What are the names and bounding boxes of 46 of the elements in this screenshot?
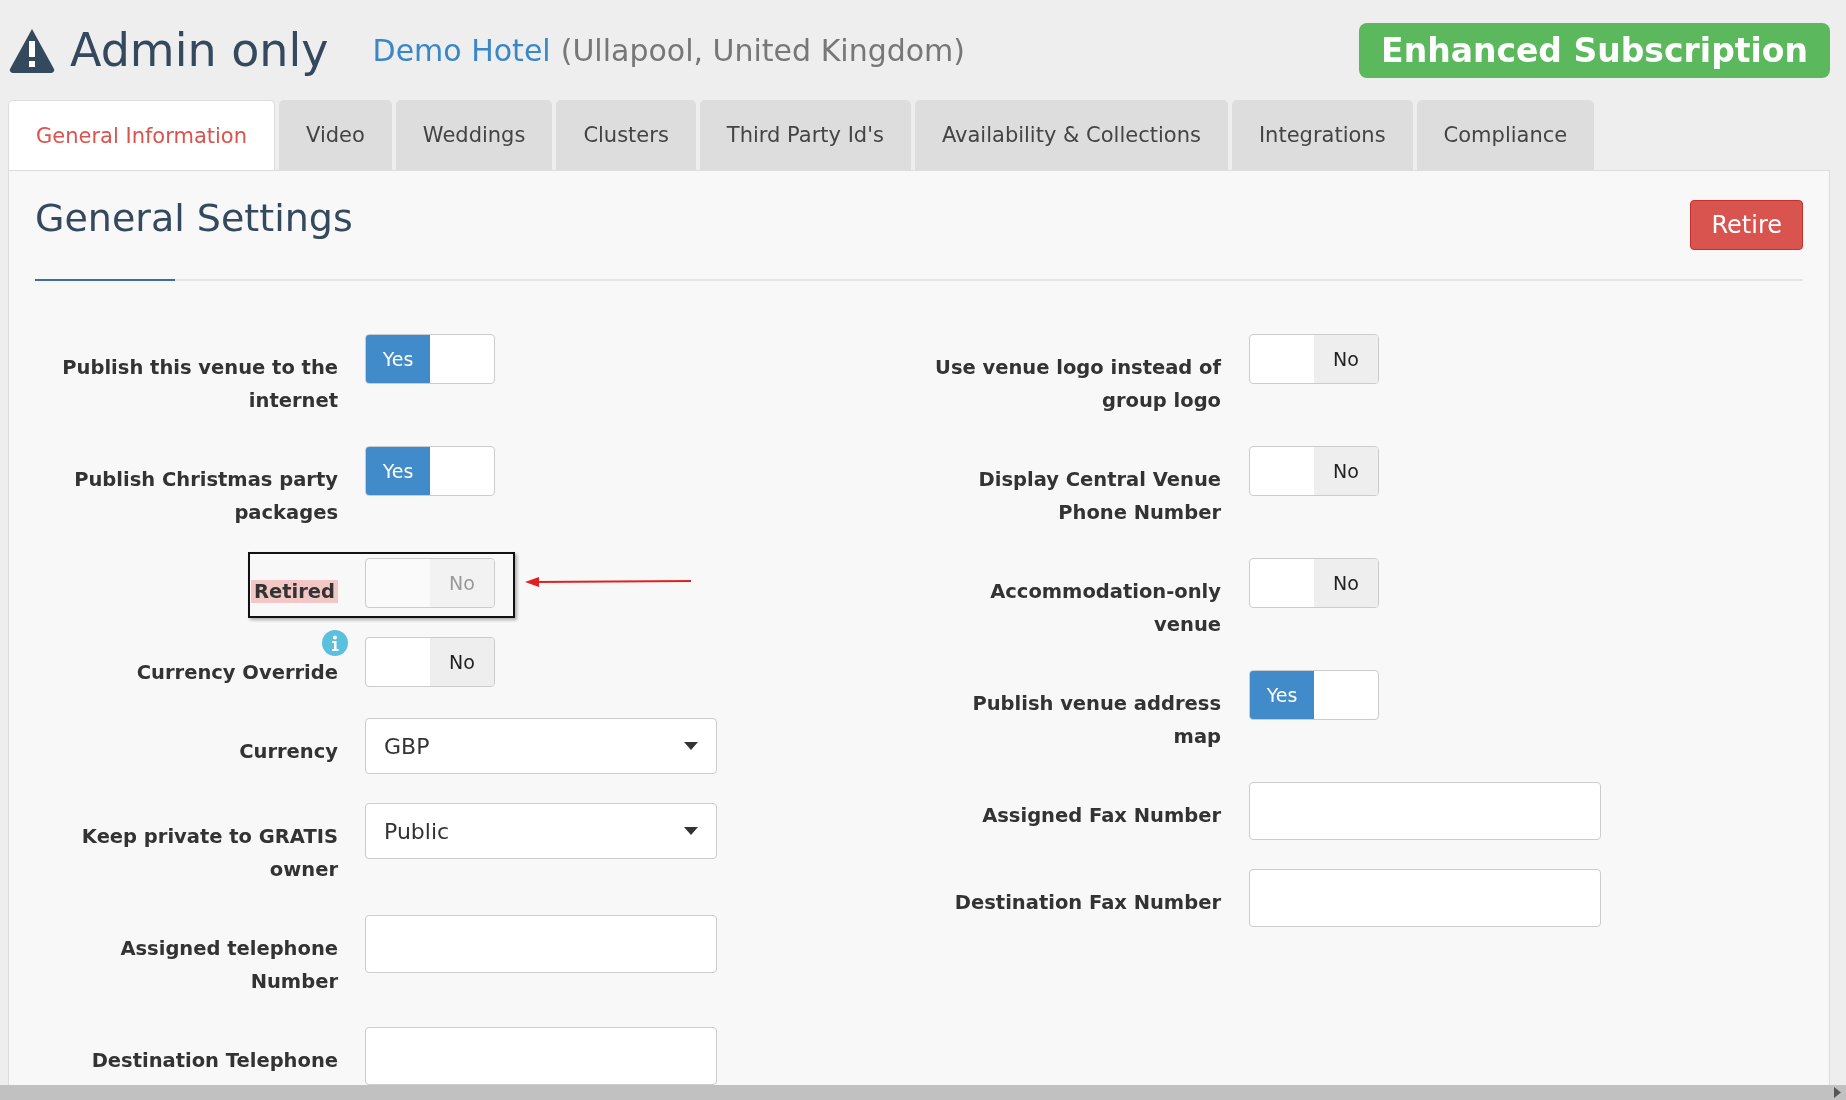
field-label: Currency (239, 739, 338, 765)
tab[interactable]: Clusters (556, 100, 696, 170)
dropdown[interactable]: Public (365, 803, 717, 859)
field-label: Destination Telephone (91, 1048, 338, 1074)
warning-icon (8, 27, 56, 73)
info-icon[interactable] (322, 630, 348, 656)
tab[interactable]: Video (279, 100, 392, 170)
toggle-switch[interactable]: Yes (365, 334, 495, 384)
field-label: Assigned Fax Number (982, 803, 1221, 829)
input-field[interactable] (365, 1027, 717, 1085)
page-title: Admin only (70, 23, 329, 77)
tab[interactable]: Availability & Collections (914, 100, 1228, 170)
toggle-switch[interactable]: No (365, 637, 495, 687)
field-label: Keep private to GRATIS owner (80, 824, 338, 883)
field-label: Destination Fax Number (954, 890, 1221, 916)
input-field[interactable] (365, 915, 717, 973)
field-label: Currency Override (136, 660, 338, 686)
tab[interactable]: General Information (8, 100, 275, 170)
scrollbar[interactable] (0, 1085, 1846, 1100)
tab[interactable]: Compliance (1416, 100, 1595, 170)
tab[interactable]: Third Party Id's (699, 100, 911, 170)
toggle-switch[interactable]: No (1249, 558, 1379, 608)
field-label: Publish Christmas party packages (73, 467, 338, 526)
retire-button[interactable]: Retire (1690, 200, 1803, 250)
field-label: Publish venue address map (971, 691, 1221, 750)
venue-location: (Ullapool, United Kingdom) (560, 32, 966, 68)
field-label: Publish this venue to the internet (61, 355, 338, 414)
field-label: Assigned telephone Number (119, 936, 338, 995)
caret-icon (684, 827, 698, 835)
dropdown[interactable]: GBP (365, 718, 717, 774)
tab[interactable]: Weddings (395, 100, 553, 170)
subscription-badge: Enhanced Subscription (1359, 22, 1830, 78)
field-label: Display Central Venue Phone Number (977, 467, 1221, 526)
toggle-switch[interactable]: No (1249, 446, 1379, 496)
toggle-switch[interactable]: No (1249, 334, 1379, 384)
section-title: General Settings (35, 196, 353, 240)
field-label: Accommodation-only venue (989, 579, 1221, 638)
caret-icon (684, 742, 698, 750)
toggle-switch[interactable]: Yes (365, 446, 495, 496)
input-field[interactable] (1249, 782, 1601, 840)
toggle-switch[interactable]: Yes (1249, 670, 1379, 720)
input-field[interactable] (1249, 869, 1601, 927)
field-label: Retired (250, 558, 338, 608)
tab[interactable]: Integrations (1231, 100, 1413, 170)
scroll-right-icon[interactable] (1832, 1087, 1842, 1098)
field-label: Use venue logo instead of group logo (934, 355, 1221, 414)
